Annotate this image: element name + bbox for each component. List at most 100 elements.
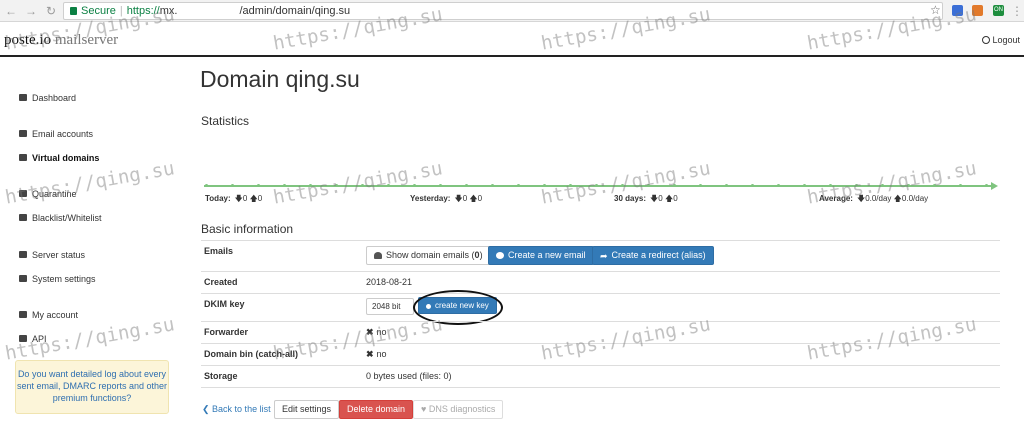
timeline-dot — [725, 184, 728, 187]
stat-today: Today: 🡇0 🡅0 — [205, 193, 262, 207]
timeline-dot — [933, 184, 936, 187]
watermark: https://qing.su — [3, 157, 177, 209]
logout-link[interactable]: Logout — [982, 35, 1020, 45]
sidebar-item-system-settings[interactable]: System settings — [19, 274, 96, 284]
timeline-dot — [465, 184, 468, 187]
sidebar-item-label: Email accounts — [32, 129, 94, 139]
storage-label: Storage — [204, 371, 238, 381]
back-arrow-icon[interactable]: ← — [4, 4, 18, 18]
timeline-arrow — [991, 182, 998, 190]
sidebar-item-label: System settings — [32, 274, 96, 284]
sidebar-item-quarantine[interactable]: Quarantine — [19, 189, 77, 199]
timeline-dot — [257, 184, 260, 187]
url-path: /admin/domain/qing.su — [239, 5, 351, 17]
sidebar-item-label: Dashboard — [32, 93, 77, 103]
sidebar-item-email-accounts[interactable]: Email accounts — [19, 129, 93, 139]
bookmark-star-icon[interactable]: ☆ — [930, 3, 941, 17]
timeline-dot — [309, 184, 312, 187]
created-label: Created — [204, 277, 238, 287]
stat-label: 30 days: — [614, 194, 647, 203]
timeline-dot — [439, 184, 442, 187]
sidebar-item-my-account[interactable]: My account — [19, 310, 78, 320]
forward-arrow-icon[interactable]: → — [24, 4, 38, 18]
url-host: mx. — [159, 5, 178, 17]
timeline-dot — [335, 184, 338, 187]
emails-label: Emails — [204, 246, 234, 256]
user-icon — [19, 311, 27, 318]
page-title: Domain qing.su — [200, 66, 360, 92]
stat-30-days: 30 days: 🡇0 🡅0 — [614, 193, 678, 207]
lock-icon — [70, 7, 77, 15]
table-row-divider — [201, 271, 1000, 272]
logout-label: Logout — [992, 35, 1020, 45]
timeline-dot — [491, 184, 494, 187]
address-separator: | — [119, 5, 123, 17]
sidebar-item-dashboard[interactable]: Dashboard — [19, 93, 76, 103]
timeline-dot — [803, 184, 806, 187]
bar-chart-icon — [19, 94, 27, 101]
dns-diagnostics-button[interactable]: ♥ DNS diagnostics — [413, 400, 504, 419]
stat-down: 0 — [242, 194, 248, 203]
app-header: poste.io mailserver Logout — [0, 23, 1024, 57]
extension-shield-icon[interactable] — [952, 5, 963, 16]
created-value: 2018-08-21 — [366, 277, 413, 287]
up-arrow-icon: 🡅 — [469, 194, 478, 203]
stat-up: 0.0/day — [901, 194, 929, 203]
down-arrow-icon: 🡇 — [454, 194, 463, 203]
sidebar-item-label: My account — [32, 310, 79, 320]
sidebar-item-blacklist-whitelist[interactable]: Blacklist/Whitelist — [19, 213, 102, 223]
timeline-dot — [543, 184, 546, 187]
timeline-dot — [517, 184, 520, 187]
timeline-dot — [283, 184, 286, 187]
forwarder-label: Forwarder — [204, 327, 249, 337]
timeline-dot — [569, 184, 572, 187]
table-row-divider — [201, 365, 1000, 366]
back-to-list-link[interactable]: ❮ Back to the list — [202, 404, 271, 415]
forwarder-value: ✖ no — [366, 327, 387, 338]
down-arrow-icon: 🡇 — [234, 194, 243, 203]
down-arrow-icon: 🡇 — [856, 194, 866, 203]
delete-domain-button[interactable]: Delete domain — [339, 400, 414, 419]
promo-text: Do you want detailed log about every sen… — [16, 369, 168, 403]
extension-on-icon[interactable]: ON — [993, 5, 1004, 16]
highlight-circle — [413, 290, 503, 325]
stat-down: 0 — [658, 194, 663, 203]
sidebar-item-label: API — [32, 334, 47, 344]
create-new-email-button[interactable]: Create a new email — [488, 246, 594, 265]
sidebar-item-label: Virtual domains — [32, 153, 100, 163]
edit-settings-button[interactable]: Edit settings — [274, 400, 340, 419]
show-domain-emails-button[interactable]: Show domain emails (0) — [366, 246, 491, 265]
brand-logo[interactable]: poste.io mailserver — [4, 32, 118, 49]
table-row-divider — [201, 387, 1000, 388]
address-bar[interactable]: Secure | https://mx. /admin/domain/qing.su — [63, 2, 943, 20]
extension-fox-icon[interactable] — [972, 5, 983, 16]
dkim-bits-select[interactable]: 2048 bit — [366, 298, 414, 315]
stat-yesterday: Yesterday: 🡇0 🡅0 — [410, 193, 482, 207]
timeline-dot — [231, 184, 234, 187]
create-redirect-button[interactable]: ➦ Create a redirect (alias) — [592, 246, 714, 265]
secure-label: Secure — [81, 5, 116, 17]
list-icon — [19, 154, 27, 161]
timeline-dot — [647, 184, 650, 187]
premium-promo[interactable]: Do you want detailed log about every sen… — [15, 360, 169, 414]
menu-dots-icon[interactable]: ⋮ — [1010, 4, 1024, 18]
storage-value: 0 bytes used (files: 0) — [366, 371, 452, 381]
sidebar-item-server-status[interactable]: Server status — [19, 250, 85, 260]
back-label: Back to the list — [212, 404, 271, 414]
up-arrow-icon: 🡅 — [249, 194, 258, 203]
x-mark-icon: ✖ — [366, 349, 374, 359]
table-row-divider — [201, 240, 1000, 241]
table-row-divider — [201, 343, 1000, 344]
sidebar-item-api[interactable]: API — [19, 334, 47, 344]
sidebar-item-virtual-domains[interactable]: Virtual domains — [19, 153, 99, 163]
timeline-dot — [829, 184, 832, 187]
statistics-heading: Statistics — [201, 114, 250, 128]
up-arrow-icon: 🡅 — [664, 194, 674, 203]
stat-down: 0.0/day — [865, 194, 892, 203]
reload-icon[interactable]: ↻ — [44, 4, 58, 18]
user-plus-icon — [496, 252, 504, 259]
statistics-timeline — [204, 185, 992, 187]
timeline-dot — [361, 184, 364, 187]
browser-toolbar: ← → ↻ Secure | https://mx. /admin/domain/qi… — [0, 0, 1024, 22]
sidebar-item-label: Blacklist/Whitelist — [32, 213, 102, 223]
